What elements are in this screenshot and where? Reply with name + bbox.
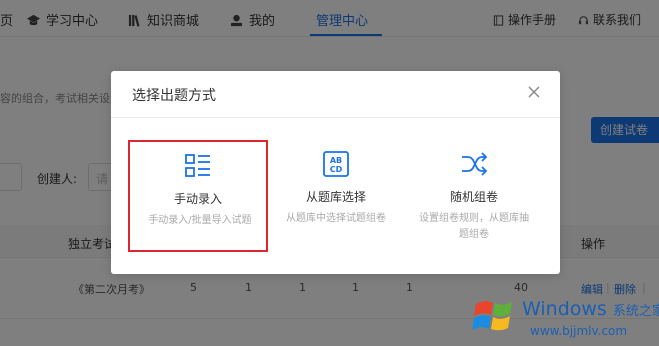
option-description: 设置组卷规则，从题库抽题组卷 — [419, 213, 529, 240]
watermark: Windows 系统之家 www.bjjmlv.com — [470, 290, 659, 346]
watermark-brand-cn: 系统之家 — [612, 304, 659, 319]
watermark-brand: Windows 系统之家 — [522, 298, 659, 320]
list-icon — [185, 154, 210, 177]
svg-text:AB: AB — [330, 156, 342, 165]
option-question-bank[interactable]: AB CD 从题库选择 从题库中选择试题组卷 — [266, 140, 406, 252]
option-manual-entry[interactable]: 手动录入 手动录入/批量导入试题 — [128, 140, 268, 252]
windows-logo-icon — [472, 301, 512, 331]
question-method-dialog: 选择出题方式 手动录入 手动录入/批量导入试题 AB CD 从题库选择 从题库中… — [111, 71, 560, 274]
shuffle-icon — [462, 152, 488, 176]
watermark-url: www.bjjmlv.com — [530, 324, 628, 338]
watermark-brand-text: Windows — [522, 298, 607, 320]
option-description: 从题库中选择试题组卷 — [286, 213, 386, 224]
svg-text:CD: CD — [330, 165, 343, 174]
dialog-header: 选择出题方式 — [111, 71, 560, 118]
abcd-icon: AB CD — [323, 151, 349, 177]
option-title: 手动录入 — [173, 192, 222, 206]
option-title: 从题库选择 — [305, 190, 366, 204]
option-random-paper[interactable]: 随机组卷 设置组卷规则，从题库抽题组卷 — [404, 140, 544, 252]
dialog-title: 选择出题方式 — [132, 88, 216, 104]
option-description: 手动录入/批量导入试题 — [148, 215, 252, 226]
close-icon[interactable] — [527, 85, 541, 99]
option-title: 随机组卷 — [449, 190, 498, 204]
